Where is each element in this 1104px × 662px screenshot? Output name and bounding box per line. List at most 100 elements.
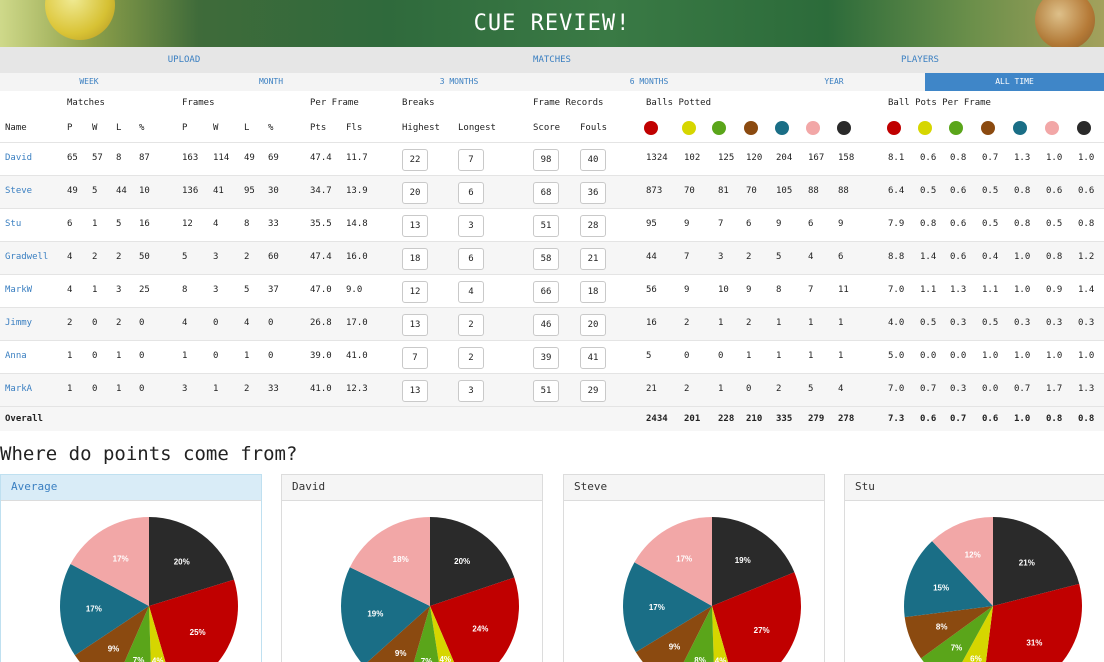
player-link[interactable]: Stu — [5, 219, 21, 229]
score-record-box[interactable]: 68 — [533, 182, 559, 204]
highest-break-box[interactable]: 13 — [402, 380, 428, 402]
fouls-record-box[interactable]: 18 — [580, 281, 606, 303]
pie-panel-title[interactable]: Steve — [564, 475, 824, 501]
player-link[interactable]: Steve — [5, 186, 32, 196]
period-6-months[interactable]: 6 MONTHS — [554, 73, 744, 91]
pie-chart: 20% 24% 4% 7% 9% 19% 18% — [341, 517, 519, 662]
fouls-record-box[interactable]: 28 — [580, 215, 606, 237]
col-matches-won[interactable]: W — [92, 123, 97, 133]
highest-break-box[interactable]: 20 — [402, 182, 428, 204]
col-frames-pct[interactable]: % — [268, 123, 273, 133]
longest-break-box[interactable]: 4 — [458, 281, 484, 303]
overall-ppf-value: 0.7 — [950, 414, 967, 424]
table-row: MarkW 4 1 3 25 8 3 5 37 47.0 9.0 12 4 66 18 56 9 10 9 8 7 11 7… — [0, 275, 1104, 308]
pots-per-frame-value: 1.0 — [1014, 252, 1031, 262]
pots-per-frame-value: 0.7 — [982, 153, 999, 163]
longest-break-box[interactable]: 6 — [458, 182, 484, 204]
period-month[interactable]: MONTH — [178, 73, 364, 91]
ppf-green-ball-icon — [949, 121, 963, 135]
highest-break-box[interactable]: 18 — [402, 248, 428, 270]
score-record-box[interactable]: 39 — [533, 347, 559, 369]
longest-break-box[interactable]: 6 — [458, 248, 484, 270]
balls-potted-value: 81 — [718, 186, 729, 196]
col-name[interactable]: Name — [5, 123, 27, 133]
player-link[interactable]: Jimmy — [5, 318, 32, 328]
longest-break-box[interactable]: 3 — [458, 215, 484, 237]
player-link[interactable]: David — [5, 153, 32, 163]
frames-value: 136 — [182, 186, 199, 196]
player-link[interactable]: Anna — [5, 351, 27, 361]
app-title: CUE REVIEW! — [473, 11, 631, 36]
score-record-box[interactable]: 58 — [533, 248, 559, 270]
score-record-box[interactable]: 51 — [533, 380, 559, 402]
player-link[interactable]: Gradwell — [5, 252, 48, 262]
score-record-box[interactable]: 98 — [533, 149, 559, 171]
balls-potted-value: 4 — [808, 252, 814, 262]
group-ball-pots-per-frame: Ball Pots Per Frame — [888, 98, 991, 108]
highest-break-box[interactable]: 22 — [402, 149, 428, 171]
group-frames: Frames — [182, 98, 215, 108]
pots-per-frame-value: 0.5 — [982, 186, 999, 196]
col-matches-played[interactable]: P — [67, 123, 72, 133]
col-frames-won[interactable]: W — [213, 123, 218, 133]
balls-potted-value: 44 — [646, 252, 657, 262]
period-year[interactable]: YEAR — [744, 73, 924, 91]
points-per-frame: 26.8 — [310, 318, 332, 328]
matches-value: 0 — [92, 384, 98, 394]
longest-break-box[interactable]: 2 — [458, 347, 484, 369]
period-3-months[interactable]: 3 MONTHS — [364, 73, 554, 91]
score-record-box[interactable]: 46 — [533, 314, 559, 336]
pots-per-frame-value: 1.0 — [982, 351, 999, 361]
fouls-record-box[interactable]: 41 — [580, 347, 606, 369]
player-link[interactable]: MarkW — [5, 285, 32, 295]
score-record-box[interactable]: 51 — [533, 215, 559, 237]
col-longest-break[interactable]: Longest — [458, 123, 496, 133]
pots-per-frame-value: 1.3 — [950, 285, 967, 295]
pie-slice-label: 18% — [393, 555, 409, 564]
fouls-record-box[interactable]: 29 — [580, 380, 606, 402]
highest-break-box[interactable]: 13 — [402, 314, 428, 336]
score-record-box[interactable]: 66 — [533, 281, 559, 303]
matches-value: 65 — [67, 153, 78, 163]
pots-per-frame-value: 0.8 — [1014, 186, 1031, 196]
col-fouls[interactable]: Fouls — [580, 123, 607, 133]
pots-per-frame-value: 0.0 — [982, 384, 999, 394]
balls-potted-value: 1324 — [646, 153, 668, 163]
fouls-record-box[interactable]: 36 — [580, 182, 606, 204]
pie-panel-title[interactable]: David — [282, 475, 542, 501]
longest-break-box[interactable]: 7 — [458, 149, 484, 171]
pots-per-frame-value: 0.4 — [982, 252, 999, 262]
col-frames-lost[interactable]: L — [244, 123, 249, 133]
highest-break-box[interactable]: 7 — [402, 347, 428, 369]
longest-break-box[interactable]: 2 — [458, 314, 484, 336]
highest-break-box[interactable]: 13 — [402, 215, 428, 237]
pie-panel-title[interactable]: Stu — [845, 475, 1104, 501]
nav-upload[interactable]: UPLOAD — [0, 47, 368, 73]
frames-value: 114 — [213, 153, 230, 163]
highest-break-box[interactable]: 12 — [402, 281, 428, 303]
fouls-record-box[interactable]: 20 — [580, 314, 606, 336]
col-matches-pct[interactable]: % — [139, 123, 144, 133]
player-link[interactable]: MarkA — [5, 384, 32, 394]
pots-per-frame-value: 0.5 — [1046, 219, 1063, 229]
period-week[interactable]: WEEK — [0, 73, 178, 91]
fouls-record-box[interactable]: 40 — [580, 149, 606, 171]
pie-panel-title[interactable]: Average — [1, 475, 261, 501]
col-highest-break[interactable]: Highest — [402, 123, 440, 133]
col-matches-lost[interactable]: L — [116, 123, 121, 133]
frames-value: 3 — [213, 252, 219, 262]
col-fouls-per-frame[interactable]: Fls — [346, 123, 362, 133]
pie-slice-label: 15% — [933, 583, 949, 592]
col-score[interactable]: Score — [533, 123, 560, 133]
longest-break-box[interactable]: 3 — [458, 380, 484, 402]
pie-chart: 19% 27% 4% 8% 9% 17% 17% — [623, 517, 801, 662]
points-per-frame: 41.0 — [310, 384, 332, 394]
col-frames-played[interactable]: P — [182, 123, 187, 133]
period-all-time[interactable]: ALL TIME — [925, 73, 1104, 91]
fouls-record-box[interactable]: 21 — [580, 248, 606, 270]
overall-potted-value: 2434 — [646, 414, 668, 424]
nav-players[interactable]: PLAYERS — [736, 47, 1104, 73]
nav-matches[interactable]: MATCHES — [368, 47, 736, 73]
frames-value: 163 — [182, 153, 199, 163]
col-points[interactable]: Pts — [310, 123, 326, 133]
